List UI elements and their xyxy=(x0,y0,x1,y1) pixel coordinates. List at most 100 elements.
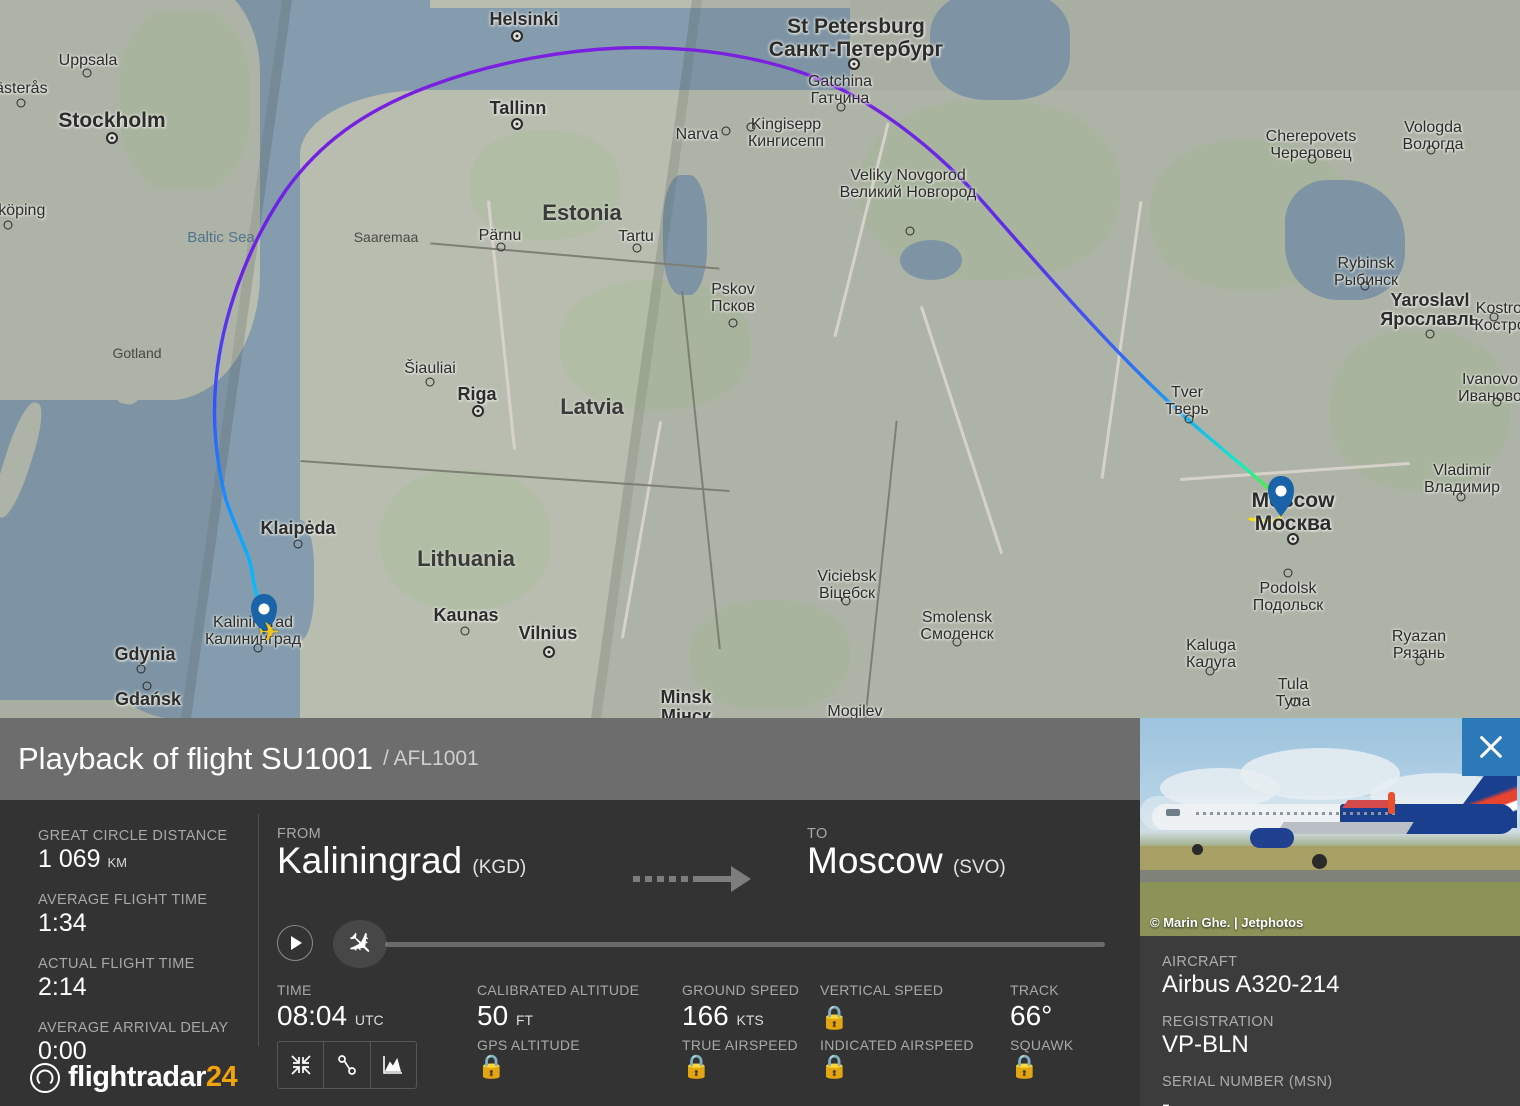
map-city-dot xyxy=(746,122,756,132)
city-name-en: Tver xyxy=(1171,384,1203,401)
destination-airport-code: (SVO) xyxy=(952,857,1006,878)
cockpit-window xyxy=(1166,809,1180,816)
route-row: FROM Kaliningrad (KGD) TO Moscow (SVO) xyxy=(277,826,1110,892)
flightradar-playback-screen: Baltic Sea Gotland Saaremaa Estonia Latv… xyxy=(0,0,1520,1106)
slider-track[interactable] xyxy=(385,942,1105,947)
map-city-dot xyxy=(496,242,506,252)
map-city-dot xyxy=(836,102,846,112)
wingtip-shape xyxy=(1388,792,1395,814)
altitude-chart-icon xyxy=(383,1056,403,1074)
map-city-label: Minsk Мінск xyxy=(660,687,712,720)
map-city-dot xyxy=(543,646,555,658)
city-name-local: Великий Новгород xyxy=(839,184,977,202)
cabin-windows xyxy=(1196,812,1396,815)
route-column: FROM Kaliningrad (KGD) TO Moscow (SVO) ✈… xyxy=(259,800,1140,1106)
city-name-en: St Petersburg xyxy=(787,15,925,38)
origin-airport-code: (KGD) xyxy=(472,857,527,878)
city-name-en: Tallinn xyxy=(489,98,547,118)
altitude-chart-button[interactable] xyxy=(371,1042,416,1088)
logo-text: flightradar24 xyxy=(68,1061,238,1094)
city-name-en: Kingisepp xyxy=(750,116,822,133)
telemetry-altitude: CALIBRATED ALTITUDE 50 FT GPS ALTITUDE 🔒 xyxy=(477,982,682,1089)
map-city-dot xyxy=(1184,414,1194,424)
telemetry-row: TIME 08:04 UTC CALIBRATED ALTITUDE 50 FT… xyxy=(277,982,1110,1089)
true-airspeed-label: TRUE AIRSPEED xyxy=(682,1037,798,1053)
stat-actual-flight-time: ACTUAL FLIGHT TIME 2:14 xyxy=(38,956,259,1002)
destination-marker[interactable] xyxy=(1268,476,1294,510)
lock-icon[interactable]: 🔒 xyxy=(682,1053,711,1079)
lock-icon[interactable]: 🔒 xyxy=(477,1053,506,1079)
city-name-en: Riga xyxy=(457,384,497,404)
city-name-en: Uppsala xyxy=(58,52,118,69)
city-name-en: Kaunas xyxy=(433,605,499,625)
route-arrow xyxy=(577,826,807,892)
calibrated-altitude-label: CALIBRATED ALTITUDE xyxy=(477,982,640,998)
time-number: 08:04 xyxy=(277,1000,348,1031)
squawk-label: SQUAWK xyxy=(1010,1037,1074,1053)
map-city-dot xyxy=(460,626,470,636)
map-city-label: Podolsk Подольск xyxy=(1253,580,1324,615)
fit-screen-icon xyxy=(291,1055,311,1075)
lock-icon[interactable]: 🔒 xyxy=(820,1004,849,1030)
city-name-en: Minsk xyxy=(660,687,712,707)
map-city-dot xyxy=(841,596,851,606)
vertical-speed-value: 🔒 xyxy=(820,998,1000,1033)
city-name-en: Rybinsk xyxy=(1337,255,1395,272)
map-city-dot xyxy=(142,681,152,691)
lock-icon[interactable]: 🔒 xyxy=(1010,1053,1039,1079)
map-city-label: Šiauliai xyxy=(404,360,456,377)
city-name-en: Podolsk xyxy=(1259,580,1317,597)
map-city-dot xyxy=(728,318,738,328)
map-city-label: Ivanovo Иваново xyxy=(1458,371,1520,406)
wing-shape xyxy=(1276,822,1414,834)
city-name-en: Ivanovo xyxy=(1461,371,1519,388)
city-name-local: Иваново xyxy=(1458,388,1520,406)
lock-icon[interactable]: 🔒 xyxy=(820,1053,849,1079)
map-city-label: Kaunas xyxy=(433,605,499,625)
stat-label: GREAT CIRCLE DISTANCE xyxy=(38,828,228,844)
track-label: TRACK xyxy=(1010,982,1059,998)
origin-city: Kaliningrad (KGD) xyxy=(277,841,577,881)
telemetry-vertical-speed: VERTICAL SPEED 🔒 INDICATED AIRSPEED 🔒 xyxy=(820,982,1010,1089)
close-button[interactable] xyxy=(1462,718,1520,776)
aircraft-label: AIRCRAFT xyxy=(1162,954,1238,970)
fit-to-screen-button[interactable] xyxy=(278,1042,325,1088)
map-city-label: Tver Тверь xyxy=(1165,384,1209,419)
map-city-dot xyxy=(952,637,962,647)
map-label-gotland: Gotland xyxy=(112,345,162,361)
ground-speed-unit: KTS xyxy=(736,1012,764,1028)
map-city-dot xyxy=(106,132,118,144)
route-points-button[interactable] xyxy=(324,1042,371,1088)
city-name-en: Viciebsk xyxy=(817,568,877,585)
photo-credit: © Marin Ghe. | Jetphotos xyxy=(1150,915,1304,930)
flightradar24-logo[interactable]: flightradar24 xyxy=(30,1061,238,1094)
time-value: 08:04 UTC xyxy=(277,998,467,1033)
pin-shape xyxy=(1268,476,1294,510)
slider-thumb[interactable]: ✈ xyxy=(333,920,387,968)
playback-slider[interactable]: ✈ xyxy=(325,914,1110,972)
map-city-dot xyxy=(1205,666,1215,676)
city-name-en: Yaroslavl xyxy=(1390,290,1470,310)
map-label-saaremaa: Saaremaa xyxy=(353,229,419,245)
stat-value: 1 069 km xyxy=(38,845,259,874)
airplane-marker-icon[interactable]: ✈ xyxy=(258,619,280,645)
city-name-en: Västerås xyxy=(0,80,48,97)
altitude-unit: FT xyxy=(515,1012,534,1028)
serial-label: SERIAL NUMBER (MSN) xyxy=(1162,1074,1333,1090)
map-city-label: Uppsala xyxy=(59,52,118,69)
aircraft-type-field: AIRCRAFT Airbus A320-214 xyxy=(1162,954,1520,999)
map-city-dot xyxy=(1489,312,1499,322)
serial-value: - xyxy=(1162,1091,1170,1106)
map-label-latvia: Latvia xyxy=(560,394,624,419)
ground-speed-number: 166 xyxy=(682,1000,729,1031)
map-canvas[interactable]: Baltic Sea Gotland Saaremaa Estonia Latv… xyxy=(0,0,1520,720)
arrow-right-icon xyxy=(633,866,751,892)
city-name-local: Ярославль xyxy=(1380,309,1480,330)
city-name-en: Vologda xyxy=(1404,119,1462,136)
map-tool-buttons xyxy=(277,1041,417,1089)
play-button[interactable] xyxy=(277,925,313,961)
logo-number: 24 xyxy=(205,1061,238,1093)
city-name-en: Vilnius xyxy=(518,623,578,643)
aircraft-photo: © Marin Ghe. | Jetphotos xyxy=(1140,718,1520,936)
city-name-en: Tartu xyxy=(618,228,654,245)
